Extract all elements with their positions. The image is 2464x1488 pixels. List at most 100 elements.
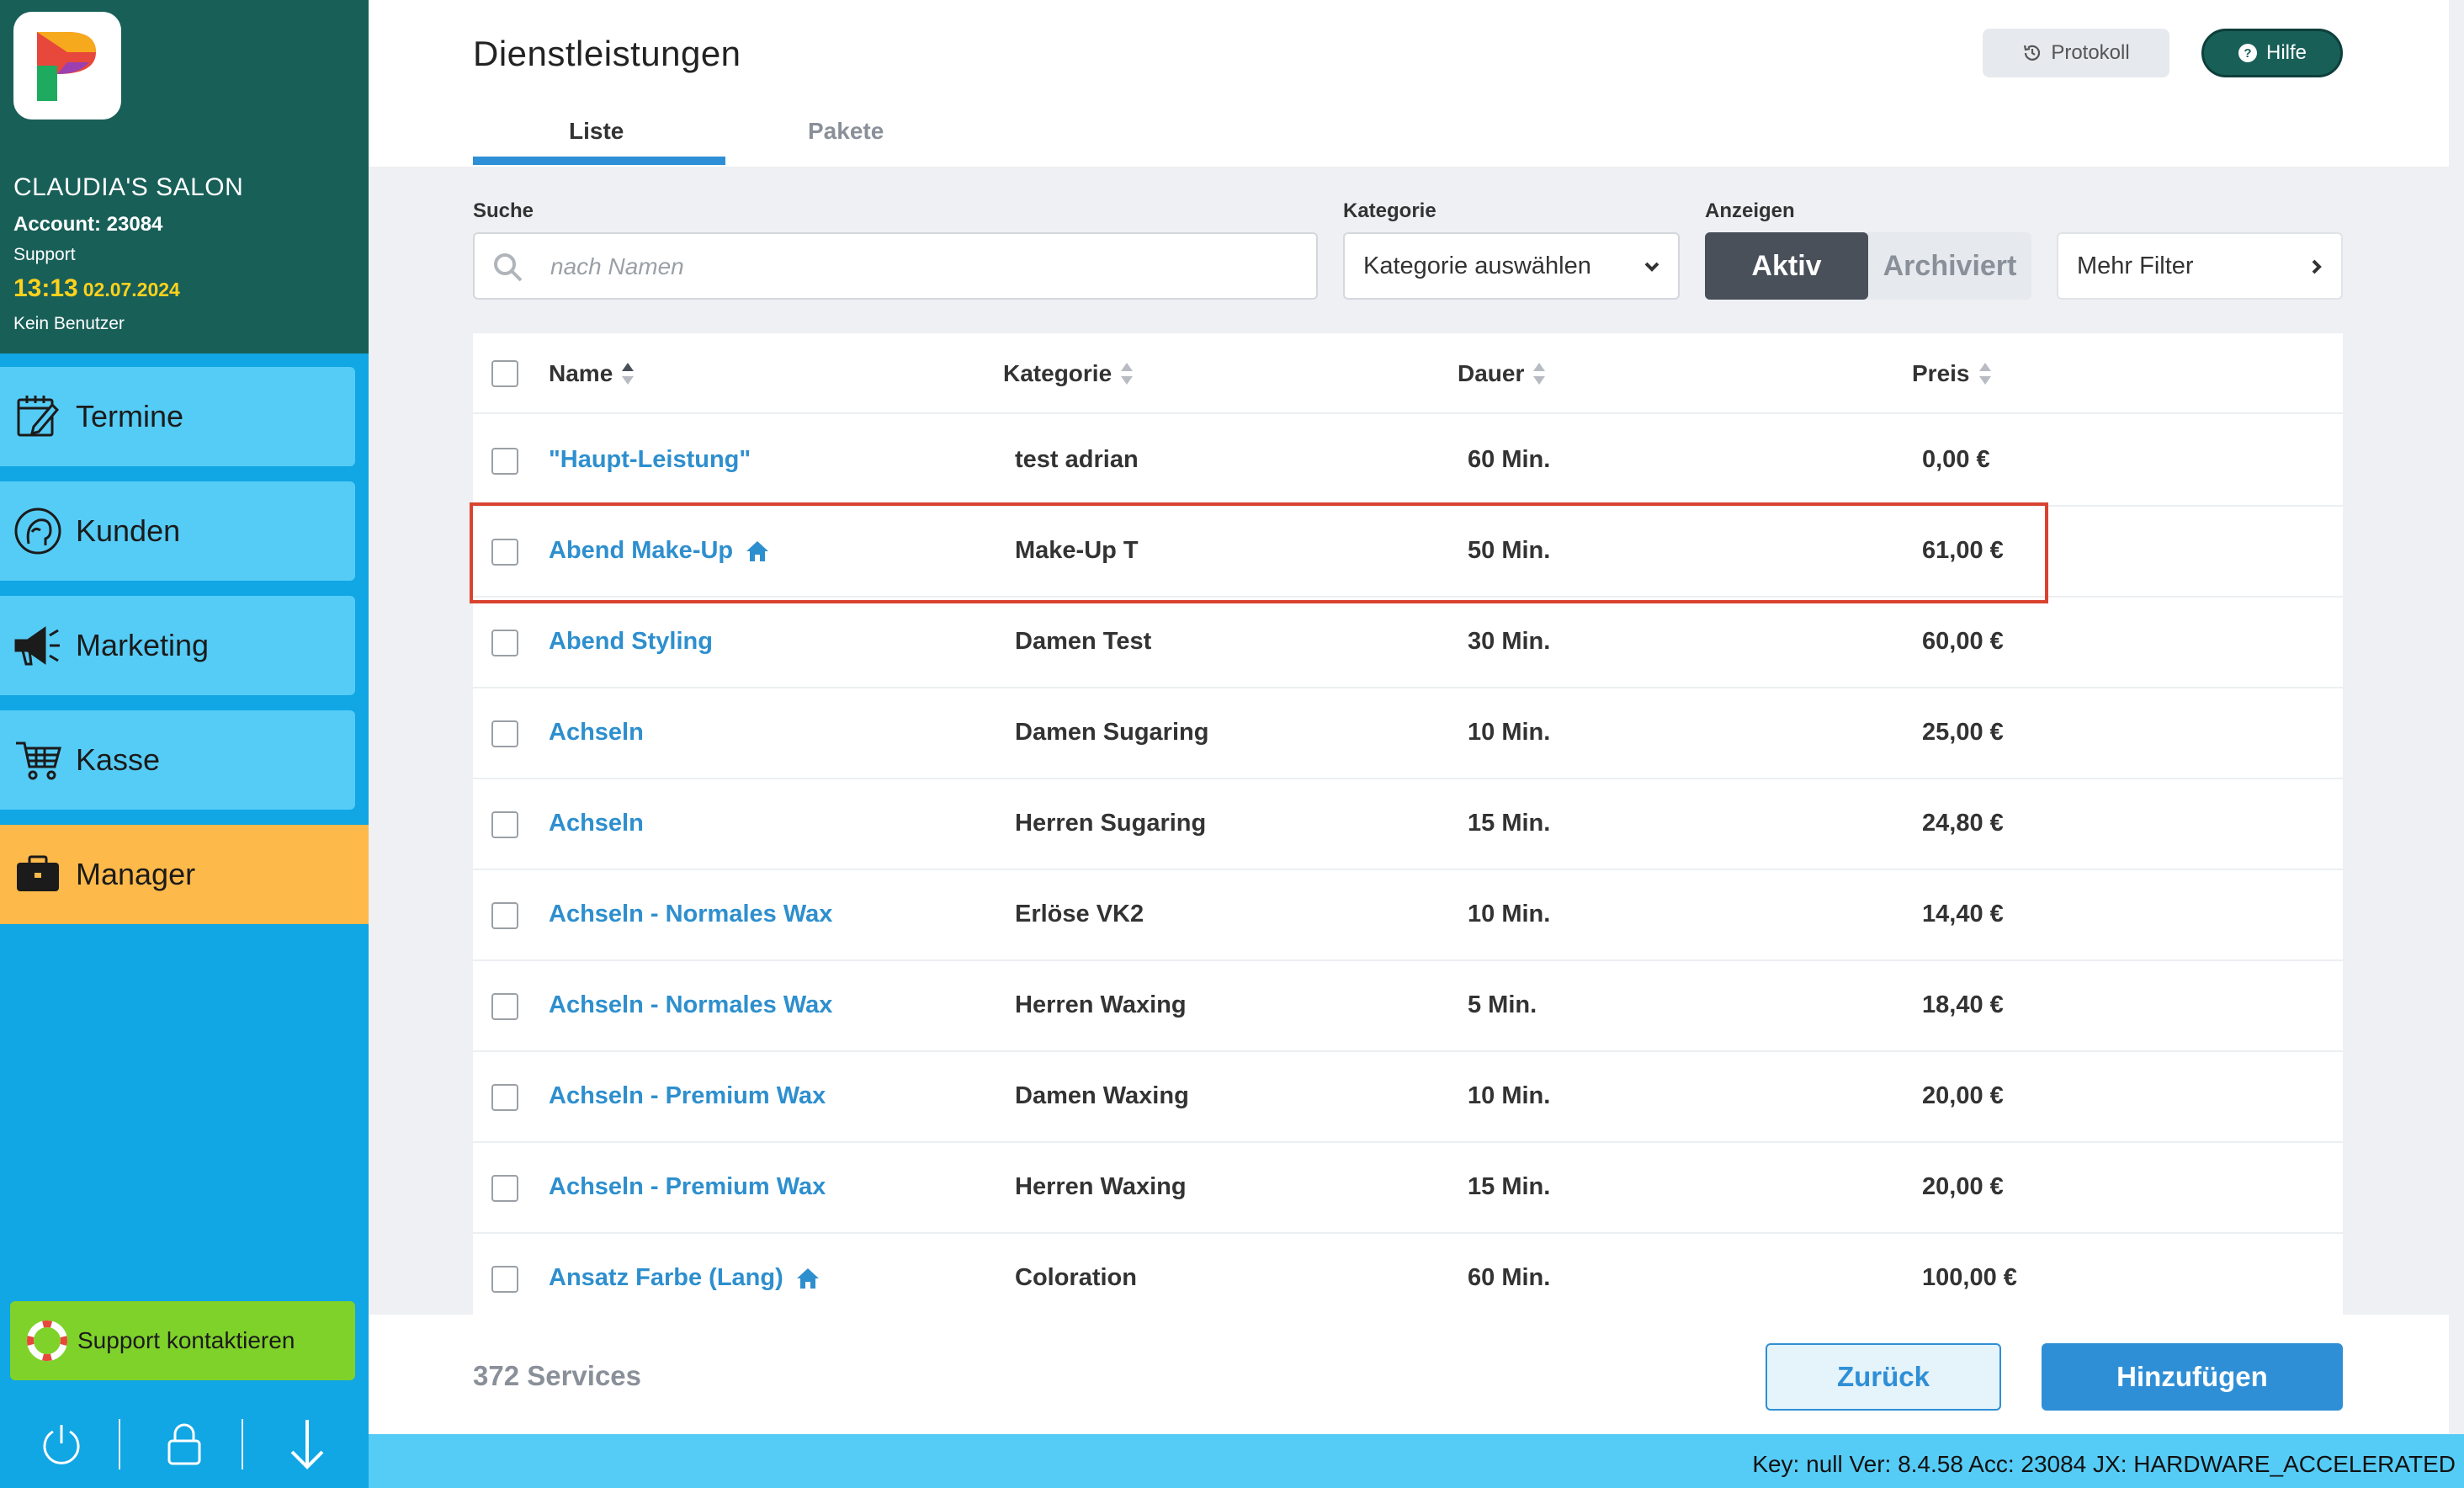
tab-liste[interactable]: Liste [569, 118, 624, 145]
service-category: Herren Waxing [1015, 991, 1187, 1018]
table-row[interactable]: Abend Make-Up Make-Up T 50 Min. 61,00 € [473, 507, 2343, 598]
show-label: Anzeigen [1705, 199, 1795, 222]
service-category: test adrian [1015, 446, 1139, 473]
row-checkbox[interactable] [491, 993, 518, 1020]
service-price: 14,40 € [1922, 901, 2004, 927]
column-price[interactable]: Preis [1912, 360, 1992, 387]
service-price: 0,00 € [1922, 446, 1990, 473]
service-name-text: Achseln [549, 719, 644, 746]
row-checkbox[interactable] [491, 902, 518, 929]
service-name[interactable]: "Haupt-Leistung" [549, 446, 751, 474]
table-row[interactable]: "Haupt-Leistung" test adrian 60 Min. 0,0… [473, 416, 2343, 507]
home-icon [746, 540, 769, 561]
table-row[interactable]: Abend Styling Damen Test 30 Min. 60,00 € [473, 598, 2343, 688]
row-checkbox[interactable] [491, 1266, 518, 1293]
service-price: 18,40 € [1922, 991, 2004, 1018]
status-bar: Key: null Ver: 8.4.58 Acc: 23084 JX: HAR… [369, 1434, 2464, 1488]
row-checkbox[interactable] [491, 720, 518, 747]
search-field[interactable] [473, 232, 1318, 300]
support-label: Support kontaktieren [77, 1327, 295, 1353]
lifebuoy-icon [27, 1321, 67, 1361]
column-name-label: Name [549, 360, 613, 386]
select-all-checkbox[interactable] [491, 360, 518, 387]
column-name[interactable]: Name [549, 360, 635, 387]
services-table: Name Kategorie Dauer Preis "Haupt-Leistu… [473, 333, 2343, 1315]
service-name[interactable]: Achseln - Premium Wax [549, 1082, 826, 1110]
service-name[interactable]: Achseln - Premium Wax [549, 1173, 826, 1201]
table-row[interactable]: Achseln - Premium Wax Damen Waxing 10 Mi… [473, 1052, 2343, 1143]
table-row[interactable]: Achseln - Normales Wax Herren Waxing 5 M… [473, 961, 2343, 1052]
nav-kunden[interactable]: Kunden [0, 481, 355, 581]
calendar-edit-icon [0, 367, 76, 466]
service-name-text: Achseln [549, 810, 644, 837]
active-tab-indicator [473, 157, 725, 165]
service-name[interactable]: Abend Styling [549, 628, 713, 656]
sort-icon [1121, 363, 1134, 385]
cart-icon [0, 710, 76, 810]
app-logo [13, 12, 121, 120]
page-footer: 372 Services Zurück Hinzufügen [369, 1315, 2449, 1434]
table-row[interactable]: Ansatz Farbe (Lang) Coloration 60 Min. 1… [473, 1234, 2343, 1315]
protokoll-label: Protokoll [2051, 41, 2130, 64]
chevron-right-icon [2312, 259, 2322, 274]
hilfe-button[interactable]: ? Hilfe [2201, 29, 2343, 77]
nav-manager[interactable]: Manager [0, 825, 369, 924]
table-row[interactable]: Achseln - Premium Wax Herren Waxing 15 M… [473, 1143, 2343, 1234]
service-name[interactable]: Achseln [549, 810, 644, 837]
column-duration[interactable]: Dauer [1458, 360, 1546, 387]
nav-marketing[interactable]: Marketing [0, 596, 355, 695]
tab-pakete[interactable]: Pakete [808, 118, 884, 145]
service-name[interactable]: Achseln - Normales Wax [549, 991, 832, 1019]
more-filter-button[interactable]: Mehr Filter [2057, 232, 2343, 300]
search-icon [494, 253, 523, 282]
arrow-down-icon[interactable] [246, 1400, 369, 1488]
home-icon [796, 1267, 819, 1289]
power-icon[interactable] [0, 1400, 123, 1488]
back-button[interactable]: Zurück [1766, 1343, 2001, 1411]
row-checkbox[interactable] [491, 539, 518, 566]
table-row[interactable]: Achseln - Normales Wax Erlöse VK2 10 Min… [473, 870, 2343, 961]
nav-label: Termine [76, 399, 184, 433]
service-duration: 15 Min. [1468, 810, 1551, 837]
sort-icon [622, 363, 635, 385]
search-input[interactable] [550, 246, 1291, 288]
column-category-label: Kategorie [1003, 360, 1113, 386]
add-button[interactable]: Hinzufügen [2042, 1343, 2343, 1411]
category-select[interactable]: Kategorie auswählen [1343, 232, 1680, 300]
support-contact-button[interactable]: Support kontaktieren [10, 1301, 355, 1380]
service-price: 20,00 € [1922, 1173, 2004, 1200]
service-name[interactable]: Ansatz Farbe (Lang) [549, 1264, 820, 1292]
clock: 13:13 02.07.2024 [13, 274, 180, 303]
row-checkbox[interactable] [491, 811, 518, 838]
protokoll-button[interactable]: Protokoll [1983, 29, 2169, 77]
row-checkbox[interactable] [491, 630, 518, 656]
row-checkbox[interactable] [491, 1084, 518, 1111]
service-name-text: Abend Styling [549, 628, 713, 655]
toggle-aktiv[interactable]: Aktiv [1705, 232, 1868, 300]
service-name-text: Achseln - Premium Wax [549, 1082, 826, 1109]
column-category[interactable]: Kategorie [1003, 360, 1134, 387]
nav-termine[interactable]: Termine [0, 367, 355, 466]
page-title: Dienstleistungen [473, 34, 741, 73]
service-category: Damen Sugaring [1015, 719, 1209, 746]
lock-icon[interactable] [123, 1400, 246, 1488]
toggle-archiviert[interactable]: Archiviert [1868, 232, 2031, 300]
divider [119, 1419, 120, 1469]
row-checkbox[interactable] [491, 448, 518, 475]
row-checkbox[interactable] [491, 1175, 518, 1202]
sidebar: CLAUDIA'S SALON Account: 23084 Support 1… [0, 0, 369, 1488]
service-name[interactable]: Achseln [549, 719, 644, 747]
table-row[interactable]: Achseln Damen Sugaring 10 Min. 25,00 € [473, 688, 2343, 779]
service-name-text: Achseln - Normales Wax [549, 991, 833, 1018]
nav-kasse[interactable]: Kasse [0, 710, 355, 810]
hilfe-label: Hilfe [2265, 41, 2307, 64]
account-number: Account: 23084 [13, 213, 163, 236]
service-name-text: Ansatz Farbe (Lang) [549, 1264, 783, 1291]
service-price: 60,00 € [1922, 628, 2004, 655]
service-name[interactable]: Abend Make-Up [549, 537, 770, 565]
table-row[interactable]: Achseln Herren Sugaring 15 Min. 24,80 € [473, 779, 2343, 870]
svg-text:?: ? [2244, 46, 2251, 61]
category-label: Kategorie [1343, 199, 1436, 222]
customer-head-icon [0, 481, 76, 581]
service-name[interactable]: Achseln - Normales Wax [549, 901, 832, 928]
